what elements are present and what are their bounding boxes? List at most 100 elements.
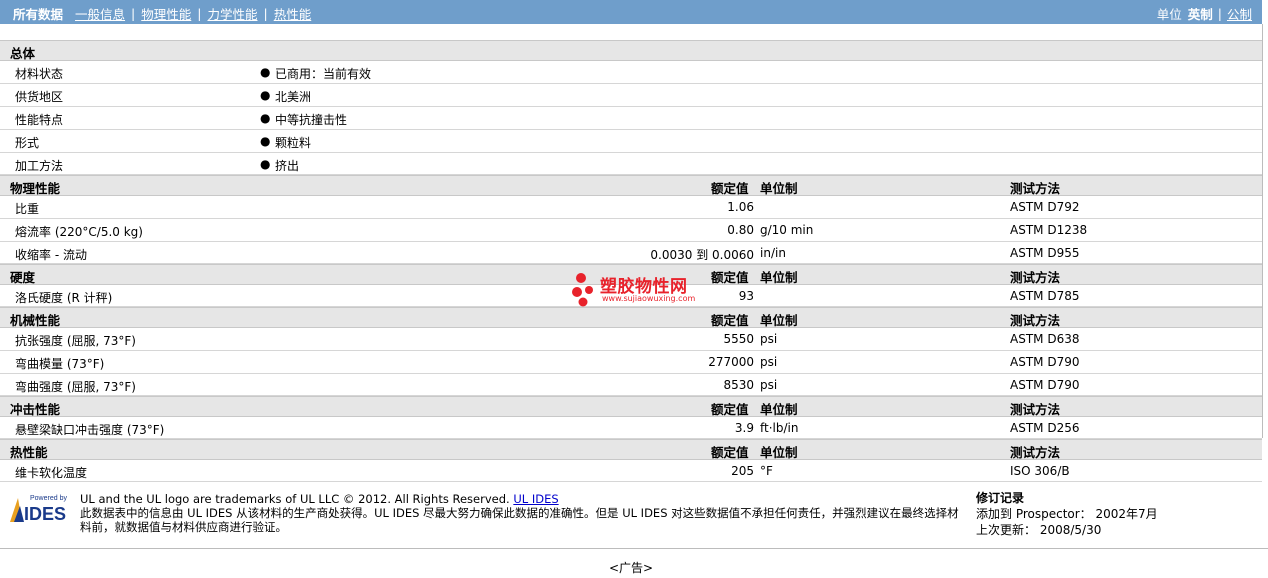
col-header-test: 测试方法 <box>1010 181 1061 196</box>
col-header-value: 额定值 <box>711 270 749 285</box>
property-name: 比重 <box>15 202 40 216</box>
table-row: 收缩率 - 流动 0.0030 到 0.0060 in/in ASTM D955 <box>0 242 1262 264</box>
section-title: 冲击性能 <box>10 402 61 417</box>
watermark-url: www.sujiaowuxing.com <box>602 294 696 303</box>
footer-divider <box>0 548 1268 549</box>
property-unit: g/10 min <box>760 223 814 237</box>
section-impact-header: 冲击性能 额定值 单位制 测试方法 <box>0 396 1262 417</box>
unit-imperial: 英制 <box>1187 7 1213 22</box>
test-method: ISO 306/B <box>1010 464 1070 478</box>
property-unit: in/in <box>760 246 786 260</box>
section-title: 物理性能 <box>10 181 61 196</box>
property-value: 颗粒料 <box>275 136 312 150</box>
col-header-value: 额定值 <box>711 445 749 460</box>
section-general-header: 总体 <box>0 40 1262 61</box>
unit-metric-link[interactable]: 公制 <box>1227 4 1252 23</box>
property-name: 熔流率 (220°C/5.0 kg) <box>15 225 143 239</box>
property-value: 205 <box>731 464 754 478</box>
bullet-icon: ● <box>260 88 271 102</box>
property-name: 供货地区 <box>15 90 64 104</box>
table-row: 比重 1.06 ASTM D792 <box>0 196 1262 219</box>
svg-text:IDES: IDES <box>24 504 66 524</box>
table-row: 维卡软化温度 205 °F ISO 306/B <box>0 460 1262 482</box>
col-header-test: 测试方法 <box>1010 402 1061 417</box>
col-header-test: 测试方法 <box>1010 313 1061 328</box>
trademark-text: UL and the UL logo are trademarks of UL … <box>80 492 510 506</box>
unit-label: 单位 <box>1156 7 1182 22</box>
property-name: 加工方法 <box>15 159 64 173</box>
section-physical-header: 物理性能 额定值 单位制 测试方法 <box>0 175 1262 196</box>
table-row: 供货地区 ● 北美洲 <box>0 84 1262 107</box>
table-row: 抗张强度 (屈服, 73°F) 5550 psi ASTM D638 <box>0 328 1262 351</box>
table-row: 形式 ● 颗粒料 <box>0 130 1262 153</box>
property-value: 挤出 <box>275 159 300 173</box>
property-value: 中等抗撞击性 <box>275 113 348 127</box>
property-value: 已商用：当前有效 <box>275 67 372 81</box>
col-header-value: 额定值 <box>711 181 749 196</box>
test-method: ASTM D790 <box>1010 378 1080 392</box>
col-header-unit: 单位制 <box>760 402 798 417</box>
property-value: 0.0030 到 0.0060 <box>650 248 754 262</box>
test-method: ASTM D256 <box>1010 421 1080 435</box>
section-thermal-header: 热性能 额定值 单位制 测试方法 <box>0 439 1262 460</box>
col-header-test: 测试方法 <box>1010 445 1061 460</box>
section-title: 热性能 <box>10 445 48 460</box>
table-row: 性能特点 ● 中等抗撞击性 <box>0 107 1262 130</box>
revision-updated: 上次更新： 2008/5/30 <box>976 523 1102 537</box>
section-title: 机械性能 <box>10 313 61 328</box>
test-method: ASTM D638 <box>1010 332 1080 346</box>
property-name: 维卡软化温度 <box>15 466 88 480</box>
bullet-icon: ● <box>260 111 271 125</box>
property-value: 277000 <box>708 355 754 369</box>
nav-link-general[interactable]: 一般信息 <box>75 4 125 23</box>
watermark: 塑胶物性网 www.sujiaowuxing.com <box>572 272 707 312</box>
property-name: 抗张强度 (屈服, 73°F) <box>15 334 136 348</box>
property-value: 北美洲 <box>275 90 312 104</box>
col-header-value: 额定值 <box>711 402 749 417</box>
table-row: 悬壁梁缺口冲击强度 (73°F) 3.9 ft·lb/in ASTM D256 <box>0 417 1262 439</box>
revision-added: 添加到 Prospector： 2002年7月 <box>976 507 1158 521</box>
col-header-unit: 单位制 <box>760 313 798 328</box>
table-row: 加工方法 ● 挤出 <box>0 153 1262 175</box>
property-unit: ft·lb/in <box>760 421 799 435</box>
property-name: 收缩率 - 流动 <box>15 248 87 262</box>
ad-placeholder: <广告> <box>608 561 654 575</box>
property-value: 0.80 <box>727 223 754 237</box>
test-method: ASTM D790 <box>1010 355 1080 369</box>
table-row: 弯曲强度 (屈服, 73°F) 8530 psi ASTM D790 <box>0 374 1262 396</box>
ul-ides-link[interactable]: UL IDES <box>513 492 558 506</box>
col-header-test: 测试方法 <box>1010 270 1061 285</box>
table-row: 弯曲模量 (73°F) 277000 psi ASTM D790 <box>0 351 1262 374</box>
revision-history: 修订记录 添加到 Prospector： 2002年7月 上次更新： 2008/… <box>976 490 1158 538</box>
test-method: ASTM D785 <box>1010 289 1080 303</box>
disclaimer: UL and the UL logo are trademarks of UL … <box>80 492 970 534</box>
property-unit: psi <box>760 378 778 392</box>
test-method: ASTM D955 <box>1010 246 1080 260</box>
nav-link-mechanical[interactable]: 力学性能 <box>207 4 257 23</box>
col-header-unit: 单位制 <box>760 270 798 285</box>
property-name: 材料状态 <box>15 67 64 81</box>
nav-all-data[interactable]: 所有数据 <box>13 4 63 23</box>
test-method: ASTM D792 <box>1010 200 1080 214</box>
property-value: 3.9 <box>734 421 754 435</box>
disclaimer-text: 此数据表中的信息由 UL IDES 从该材料的生产商处获得。UL IDES 尽最… <box>80 506 959 534</box>
table-row: 材料状态 ● 已商用：当前有效 <box>0 61 1262 84</box>
property-name: 弯曲强度 (屈服, 73°F) <box>15 380 136 394</box>
property-unit: °F <box>760 464 773 478</box>
property-name: 弯曲模量 (73°F) <box>15 357 105 371</box>
svg-text:Powered by: Powered by <box>30 495 67 502</box>
col-header-value: 额定值 <box>711 313 749 328</box>
col-header-unit: 单位制 <box>760 445 798 460</box>
bullet-icon: ● <box>260 157 271 171</box>
property-name: 洛氏硬度 (R 计秤) <box>15 291 113 305</box>
right-border <box>1262 24 1263 438</box>
property-name: 性能特点 <box>15 113 64 127</box>
property-name: 形式 <box>15 136 40 150</box>
property-value: 93 <box>738 289 754 303</box>
property-value: 1.06 <box>727 200 754 214</box>
footer: Powered by IDES UL and the UL logo are t… <box>0 486 1268 548</box>
property-name: 悬壁梁缺口冲击强度 (73°F) <box>15 423 165 437</box>
nav-link-physical[interactable]: 物理性能 <box>141 4 191 23</box>
section-title: 硬度 <box>10 270 36 285</box>
nav-link-thermal[interactable]: 热性能 <box>274 4 312 23</box>
